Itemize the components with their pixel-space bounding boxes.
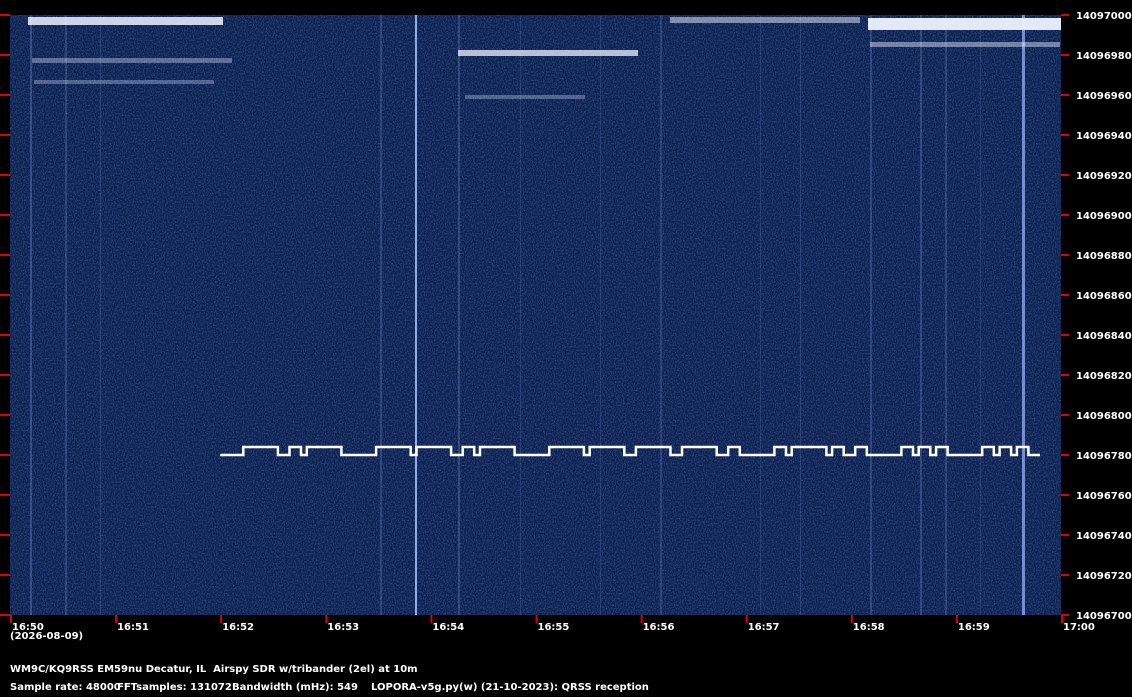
y-tick-right (1061, 534, 1069, 536)
y-tick-left (0, 94, 10, 96)
y-tick-label: 14096700 (1076, 611, 1132, 622)
y-tick-left (0, 214, 10, 216)
x-tick-label: 16:56 (643, 622, 675, 633)
station-info: WM9C/KQ9RSS EM59nu Decatur, IL Airspy SD… (10, 664, 418, 675)
y-tick-right (1061, 454, 1069, 456)
y-tick-left (0, 294, 10, 296)
y-tick-right (1061, 374, 1069, 376)
y-tick-label: 14096940 (1076, 131, 1132, 142)
y-tick-right (1061, 414, 1069, 416)
noise-streak (30, 15, 32, 615)
trace-blob (670, 17, 860, 23)
x-tick-label: 17:00 (1063, 622, 1095, 633)
fft-samples: FFTsamples: 131072 (117, 682, 232, 693)
noise-streak (760, 15, 761, 615)
trace-blob (868, 18, 1061, 30)
y-tick-label: 14096900 (1076, 211, 1132, 222)
y-tick-label: 14096880 (1076, 251, 1132, 262)
x-tick-label: 16:51 (117, 622, 149, 633)
y-tick-right (1061, 174, 1069, 176)
y-tick-left (0, 614, 10, 616)
software-version: LOPORA-v5g.py(w) (21-10-2023): QRSS rece… (371, 682, 649, 693)
waterfall-display: 14097000 14096980 14096960 14096940 14096920… (0, 11, 1132, 633)
trace-blob (28, 17, 223, 25)
y-tick-right (1061, 574, 1069, 576)
y-tick-right (1061, 334, 1069, 336)
y-tick-label: 14096920 (1076, 171, 1132, 182)
x-tick-label: 16:55 (538, 622, 570, 633)
y-tick-label: 14096800 (1076, 411, 1132, 422)
x-tick-label: 16:53 (327, 622, 359, 633)
y-tick-label: 14096760 (1076, 491, 1132, 502)
x-tick-label: 16:54 (432, 622, 464, 633)
y-tick-right (1061, 14, 1069, 16)
trace-blob (458, 50, 638, 56)
y-tick-left (0, 134, 10, 136)
y-tick-right (1061, 494, 1069, 496)
y-tick-label: 14096840 (1076, 331, 1132, 342)
noise-streak (1022, 15, 1025, 615)
noise-streak (920, 15, 922, 615)
y-tick-left (0, 494, 10, 496)
y-tick-left (0, 54, 10, 56)
trace-blob (34, 80, 214, 84)
noise-streak (800, 15, 801, 615)
y-tick-label: 14096820 (1076, 371, 1132, 382)
bandwidth: Bandwidth (mHz): 549 (232, 682, 358, 693)
trace-blob (32, 58, 232, 63)
y-tick-label: 14096720 (1076, 571, 1132, 582)
trace-blob (465, 95, 585, 99)
sample-rate: Sample rate: 48000 (10, 682, 121, 693)
y-tick-label: 14097000 (1076, 11, 1132, 22)
noise-streak (660, 15, 662, 615)
noise-streak (65, 15, 67, 615)
y-tick-left (0, 454, 10, 456)
y-tick-left (0, 374, 10, 376)
y-tick-label: 14096960 (1076, 91, 1132, 102)
x-tick-label: 16:52 (222, 622, 254, 633)
y-tick-right (1061, 214, 1069, 216)
noise-streak (458, 15, 460, 615)
noise-streak (415, 15, 417, 615)
y-tick-left (0, 14, 10, 16)
x-tick-label: 16:58 (853, 622, 885, 633)
waterfall-noise (10, 15, 1061, 615)
y-tick-left (0, 414, 10, 416)
y-tick-right (1061, 134, 1069, 136)
y-tick-left (0, 174, 10, 176)
y-tick-right (1061, 294, 1069, 296)
y-tick-left (0, 574, 10, 576)
y-tick-left (0, 254, 10, 256)
y-tick-label: 14096980 (1076, 51, 1132, 62)
y-tick-label: 14096740 (1076, 531, 1132, 542)
y-tick-label: 14096780 (1076, 451, 1132, 462)
noise-streak (600, 15, 601, 615)
noise-streak (980, 15, 981, 615)
y-tick-right (1061, 54, 1069, 56)
noise-streak (870, 15, 872, 615)
time-axis: 16:50 16:51 16:52 16:53 16:54 16:55 16:56 16:57… (10, 615, 1095, 633)
date-label: (2026-08-09) (10, 631, 84, 642)
trace-blob (870, 42, 1060, 47)
y-tick-right (1061, 254, 1069, 256)
y-tick-left (0, 334, 10, 336)
noise-streak (380, 15, 382, 615)
noise-streak (520, 15, 521, 615)
x-tick-label: 16:59 (958, 622, 990, 633)
x-tick-label: 16:57 (748, 622, 780, 633)
y-tick-label: 14096860 (1076, 291, 1132, 302)
noise-streak (945, 15, 947, 615)
y-tick-left (0, 534, 10, 536)
y-tick-right (1061, 94, 1069, 96)
noise-streak (100, 15, 101, 615)
